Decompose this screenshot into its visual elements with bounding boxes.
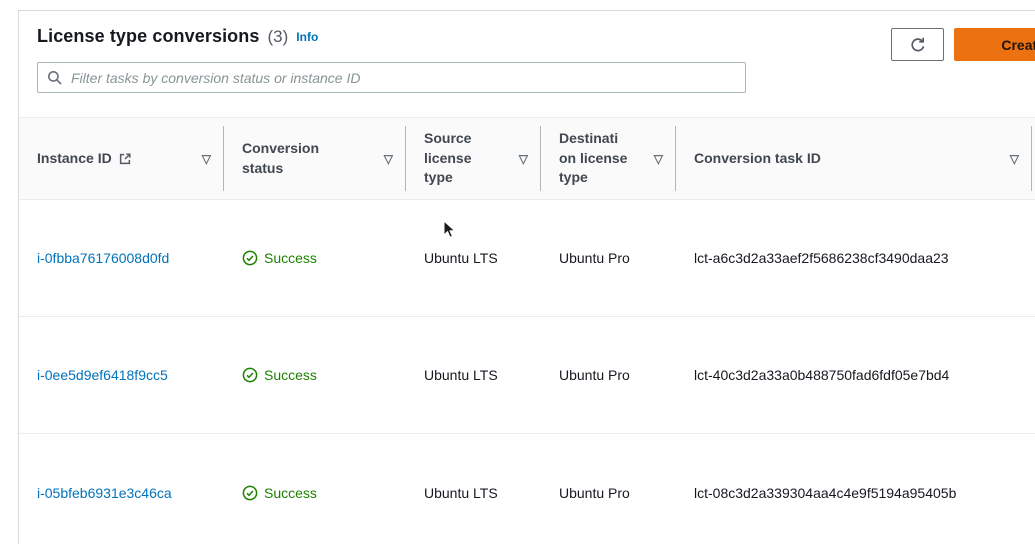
chevron-down-icon[interactable]: ▽ bbox=[654, 153, 663, 165]
instance-id-link[interactable]: i-0ee5d9ef6418f9cc5 bbox=[37, 367, 168, 383]
status-badge: Success bbox=[264, 485, 317, 501]
column-label: Source license type bbox=[424, 129, 471, 188]
instance-id-cell: i-0ee5d9ef6418f9cc5 bbox=[19, 367, 224, 383]
status-cell: Success bbox=[224, 367, 406, 383]
create-license-conversion-button[interactable]: Create li bbox=[954, 28, 1035, 61]
title-line: License type conversions (3) Info bbox=[37, 26, 1035, 47]
chevron-down-icon[interactable]: ▽ bbox=[1010, 153, 1019, 165]
destination-license-cell: Ubuntu Pro bbox=[541, 250, 676, 266]
task-id-cell: lct-a6c3d2a33aef2f5686238cf3490daa23 bbox=[676, 250, 1032, 266]
refresh-icon bbox=[909, 36, 927, 54]
column-label: Conversion task ID bbox=[694, 149, 821, 169]
column-header-destination-license-type: Destinati on license type ▽ bbox=[541, 118, 676, 199]
status-badge: Success bbox=[264, 250, 317, 266]
instance-id-link[interactable]: i-0fbba76176008d0fd bbox=[37, 250, 169, 266]
instance-id-link[interactable]: i-05bfeb6931e3c46ca bbox=[37, 485, 172, 501]
instance-id-cell: i-0fbba76176008d0fd bbox=[19, 250, 224, 266]
source-license-cell: Ubuntu LTS bbox=[406, 485, 541, 501]
column-header-source-license-type: Source license type ▽ bbox=[406, 118, 541, 199]
filter-input[interactable] bbox=[71, 70, 736, 86]
source-license-cell: Ubuntu LTS bbox=[406, 367, 541, 383]
success-check-circle-icon bbox=[242, 485, 258, 501]
table-body: i-0fbba76176008d0fd Success Ubuntu LTS U… bbox=[19, 200, 1035, 544]
card-header: License type conversions (3) Info Create… bbox=[19, 11, 1035, 117]
destination-license-cell: Ubuntu Pro bbox=[541, 485, 676, 501]
column-label: Destinati on license type bbox=[559, 129, 627, 188]
success-check-circle-icon bbox=[242, 250, 258, 266]
column-header-conversion-task-id: Conversion task ID ▽ bbox=[676, 118, 1032, 199]
search-icon bbox=[47, 70, 63, 86]
table-row: i-05bfeb6931e3c46ca Success Ubuntu LTS U… bbox=[19, 434, 1035, 544]
destination-license-cell: Ubuntu Pro bbox=[541, 367, 676, 383]
item-count: (3) bbox=[268, 27, 289, 47]
status-badge: Success bbox=[264, 367, 317, 383]
status-cell: Success bbox=[224, 485, 406, 501]
status-cell: Success bbox=[224, 250, 406, 266]
success-check-circle-icon bbox=[242, 367, 258, 383]
external-link-icon bbox=[118, 152, 132, 166]
column-header-conversion-status: Conversion status ▽ bbox=[224, 118, 406, 199]
task-id-cell: lct-40c3d2a33a0b488750fad6fdf05e7bd4 bbox=[676, 367, 1032, 383]
column-label: Conversion status bbox=[242, 139, 319, 178]
header-actions: Create li bbox=[891, 28, 1035, 61]
chevron-down-icon[interactable]: ▽ bbox=[384, 153, 393, 165]
info-link[interactable]: Info bbox=[296, 30, 318, 44]
table-row: i-0ee5d9ef6418f9cc5 Success Ubuntu LTS U… bbox=[19, 317, 1035, 434]
license-conversions-card: License type conversions (3) Info Create… bbox=[18, 10, 1035, 544]
chevron-down-icon[interactable]: ▽ bbox=[519, 153, 528, 165]
task-id-cell: lct-08c3d2a339304aa4c4e9f5194a95405b bbox=[676, 485, 1032, 501]
filter-box bbox=[37, 62, 746, 93]
table-row: i-0fbba76176008d0fd Success Ubuntu LTS U… bbox=[19, 200, 1035, 317]
instance-id-cell: i-05bfeb6931e3c46ca bbox=[19, 485, 224, 501]
column-header-instance-id: Instance ID ▽ bbox=[19, 118, 224, 199]
chevron-down-icon[interactable]: ▽ bbox=[202, 153, 211, 165]
refresh-button[interactable] bbox=[891, 28, 944, 61]
table-header-row: Instance ID ▽ Conversion status ▽ Source… bbox=[19, 117, 1035, 200]
column-label: Instance ID bbox=[37, 149, 112, 169]
source-license-cell: Ubuntu LTS bbox=[406, 250, 541, 266]
page-title: License type conversions bbox=[37, 26, 260, 47]
